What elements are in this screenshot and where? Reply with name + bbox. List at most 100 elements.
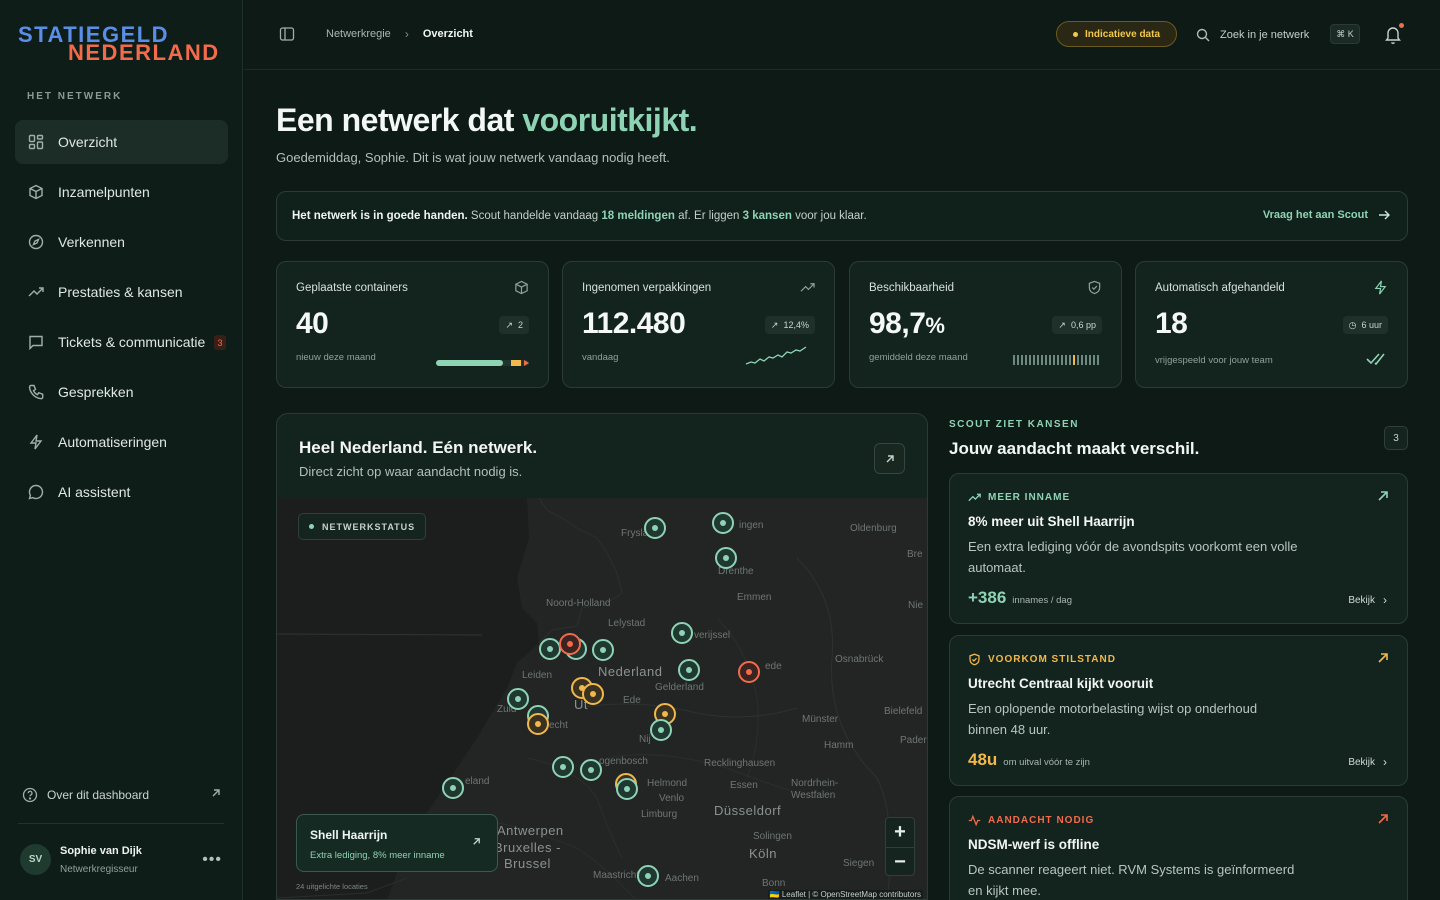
map-marker-ok[interactable] <box>580 759 602 781</box>
marker-dot <box>746 669 752 675</box>
kpi-delta-value: 12,4% <box>783 320 809 330</box>
map-marker-ok[interactable] <box>650 719 672 741</box>
sidebar-toggle-icon[interactable] <box>279 26 295 42</box>
kpi-card-containers[interactable]: Geplaatste containers 40 ↗ 2 nieuw deze m… <box>276 261 549 388</box>
map-marker-ok[interactable] <box>715 547 737 569</box>
arrow-up-right-icon[interactable] <box>1377 652 1389 664</box>
sidebar-item-label: Overzicht <box>58 134 118 150</box>
zoom-in-button[interactable]: + <box>886 818 914 847</box>
about-dashboard-link[interactable]: Over dit dashboard <box>22 784 222 806</box>
view-insight-link[interactable]: Bekijk › <box>1348 593 1387 607</box>
map-marker-ok[interactable] <box>678 659 700 681</box>
sidebar-item-label: Automatiseringen <box>58 434 167 450</box>
availability-bar <box>1045 355 1047 365</box>
availability-bar <box>1041 355 1043 365</box>
map-marker-ok[interactable] <box>637 865 659 887</box>
map-marker-ok[interactable] <box>507 688 529 710</box>
map-label: ogenbosch <box>599 756 648 767</box>
sidebar-item-ai-assistent[interactable]: AI assistent <box>15 470 228 514</box>
search-icon <box>1196 28 1210 42</box>
map-marker-ok[interactable] <box>712 512 734 534</box>
map-marker-warning[interactable] <box>527 713 549 735</box>
map-marker-error[interactable] <box>738 661 760 683</box>
arrow-up-right-icon[interactable] <box>1377 813 1389 825</box>
map-marker-ok[interactable] <box>671 622 693 644</box>
sidebar-divider <box>18 823 224 824</box>
insight-card-meer-inname[interactable]: MEER INNAME 8% meer uit Shell Haarrijn E… <box>949 473 1408 624</box>
view-insight-link[interactable]: Bekijk › <box>1348 755 1387 769</box>
map-label: Nordrhein-Westfalen <box>791 778 839 801</box>
arrow-up-right-icon[interactable] <box>471 836 482 847</box>
map-marker-ok[interactable] <box>552 756 574 778</box>
sidebar-item-prestaties[interactable]: Prestaties & kansen <box>15 270 228 314</box>
map-label: Lelystad <box>608 618 646 629</box>
bell-icon[interactable] <box>1384 23 1404 46</box>
map-marker-ok[interactable] <box>592 639 614 661</box>
kpi-sub: nieuw deze maand <box>296 352 376 363</box>
marker-dot <box>686 667 692 673</box>
insight-card-voorkom-stilstand[interactable]: VOORKOM STILSTAND Utrecht Centraal kijkt… <box>949 635 1408 786</box>
sidebar-item-overzicht[interactable]: Overzicht <box>15 120 228 164</box>
map-marker-ok[interactable] <box>442 777 464 799</box>
map-label: Venlo <box>659 793 685 804</box>
banner-text: Het netwerk is in goede handen. Scout ha… <box>292 210 867 222</box>
kpi-card-automatisch[interactable]: Automatisch afgehandeld 18 ◷ 6 uur vrijge… <box>1135 261 1408 388</box>
map-marker-warning[interactable] <box>582 683 604 705</box>
breadcrumb-root[interactable]: Netwerkregie <box>326 28 391 40</box>
brand-logo[interactable]: STATIEGELD NEDERLAND <box>18 22 228 65</box>
sidebar: STATIEGELD NEDERLAND HET NETWERK Overzic… <box>0 0 243 900</box>
banner-bold: Het netwerk is in goede handen. <box>292 210 468 222</box>
sidebar-item-label: Tickets & communicatie <box>58 334 206 350</box>
sidebar-item-automatiseringen[interactable]: Automatiseringen <box>15 420 228 464</box>
network-status-badge[interactable]: NETWERKSTATUS <box>298 513 427 540</box>
kpi-card-verpakkingen[interactable]: Ingenomen verpakkingen 112.480 ↗ 12,4% va… <box>562 261 835 388</box>
map-label: Leiden <box>522 670 553 681</box>
marker-dot <box>645 873 651 879</box>
sidebar-item-gesprekken[interactable]: Gesprekken <box>15 370 228 414</box>
sidebar-item-verkennen[interactable]: Verkennen <box>15 220 228 264</box>
kpi-delta-value: 0,6 pp <box>1070 320 1096 330</box>
map-marker-ok[interactable] <box>616 778 638 800</box>
more-options-icon[interactable]: ••• <box>202 851 222 869</box>
zoom-out-button[interactable]: − <box>886 848 914 877</box>
sidebar-item-tickets[interactable]: Tickets & communicatie 3 <box>15 320 228 364</box>
availability-bar <box>1033 355 1035 365</box>
breadcrumb-current: Overzicht <box>422 28 473 40</box>
expand-map-button[interactable] <box>874 443 905 474</box>
map-label: Noord-Holland <box>546 598 611 609</box>
scout-section-title: Jouw aandacht maakt verschil. <box>949 439 1200 458</box>
kpi-delta: ↗ 0,6 pp <box>1052 316 1102 334</box>
bolt-icon <box>27 433 45 451</box>
map-label: Oldenburg <box>850 523 897 534</box>
availability-bar <box>1093 355 1095 365</box>
banner-highlight-1: 18 meldingen <box>601 210 675 222</box>
insight-card-aandacht-nodig[interactable]: AANDACHT NODIG NDSM-werf is offline De s… <box>949 796 1408 900</box>
indicative-data-badge[interactable]: Indicatieve data <box>1056 21 1177 47</box>
arrow-up-right-icon[interactable] <box>1377 490 1389 502</box>
availability-bar <box>1077 355 1079 365</box>
kpi-value: 112.480 <box>582 307 686 341</box>
map-label: Bonn <box>762 878 786 889</box>
availability-bar <box>1025 355 1027 365</box>
kpi-card-beschikbaarheid[interactable]: Beschikbaarheid 98,7% ↗ 0,6 pp gemiddeld … <box>849 261 1122 388</box>
kpi-sub: vandaag <box>582 352 619 363</box>
profile-role: Netwerkregisseur <box>60 864 138 875</box>
user-profile[interactable]: SV Sophie van Dijk Netwerkregisseur ••• <box>20 843 225 877</box>
activity-icon <box>968 814 981 827</box>
map-attribution[interactable]: 🇺🇦 Leaflet | © OpenStreetMap contributor… <box>767 890 923 899</box>
scout-count-badge: 3 <box>1384 426 1408 450</box>
map-label: Pader <box>900 735 927 746</box>
sidebar-item-inzamelpunten[interactable]: Inzamelpunten <box>15 170 228 214</box>
network-map[interactable]: Fryslân ingen Oldenburg Bre Drenthe Emme… <box>277 498 927 899</box>
insight-description: Een oplopende motorbelasting wijst op on… <box>968 701 1258 737</box>
map-marker-ok[interactable] <box>539 638 561 660</box>
map-label: Bruxelles - <box>494 840 561 855</box>
map-label: Antwerpen <box>497 823 564 838</box>
availability-bar <box>1085 355 1087 365</box>
map-zoom-control: + − <box>885 817 915 876</box>
map-marker-ok[interactable] <box>644 517 666 539</box>
ask-scout-button[interactable]: Vraag het aan Scout <box>1263 209 1391 221</box>
top-header: Netwerkregie › Overzicht Indicatieve dat… <box>244 0 1440 70</box>
location-popup[interactable]: Shell Haarrijn Extra lediging, 8% meer i… <box>296 814 498 872</box>
map-marker-error[interactable] <box>559 633 581 655</box>
